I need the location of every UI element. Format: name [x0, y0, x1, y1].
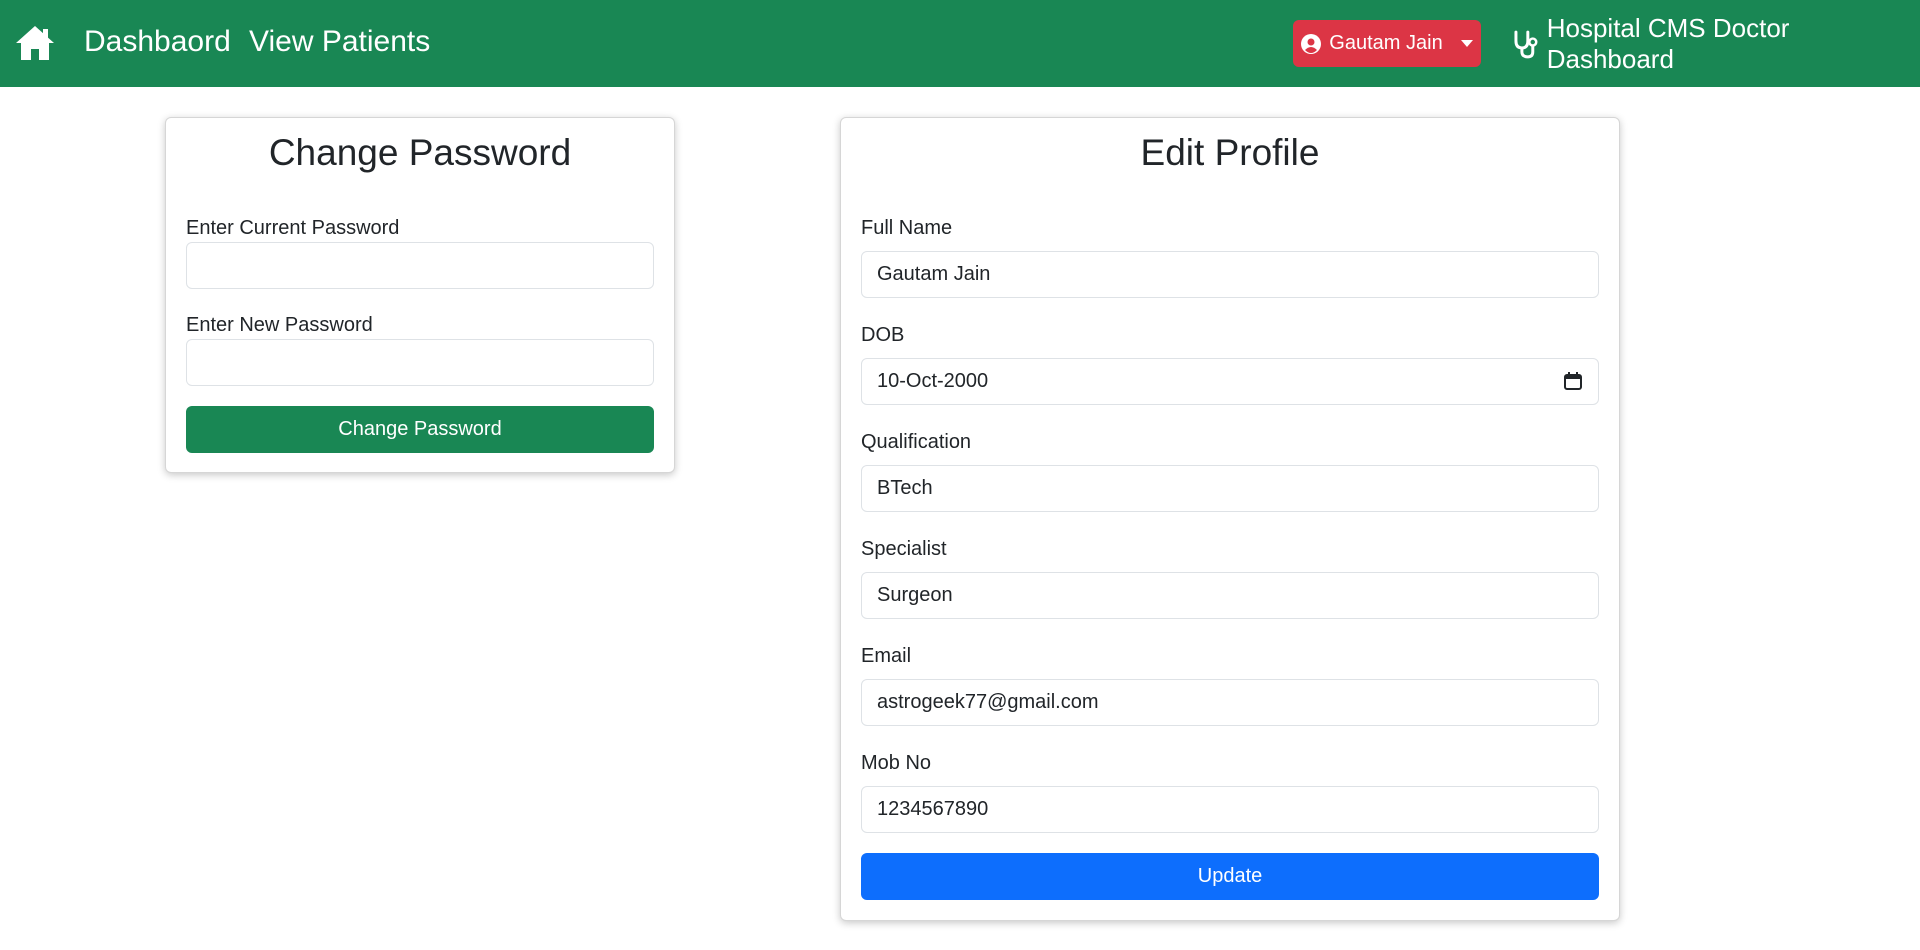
mob-no-input[interactable] [861, 786, 1599, 833]
dob-label: DOB [861, 324, 905, 346]
user-dropdown-button[interactable]: Gautam Jain [1293, 20, 1481, 67]
full-name-label: Full Name [861, 217, 953, 239]
nav-dashboard-link[interactable]: Dashbaord [84, 22, 231, 62]
qualification-label: Qualification [861, 431, 972, 453]
brand-label: Hospital CMS Doctor Dashboard [1546, 13, 1790, 74]
user-name: Gautam Jain [1329, 32, 1443, 54]
dob-input[interactable] [861, 358, 1599, 405]
email-input[interactable] [861, 679, 1599, 726]
current-password-label: Enter Current Password [186, 217, 400, 239]
specialist-input[interactable] [861, 572, 1599, 619]
current-password-input[interactable] [186, 242, 654, 289]
full-name-input[interactable] [861, 251, 1599, 298]
edit-profile-title: Edit Profile [1140, 132, 1320, 173]
edit-profile-card: Edit Profile Full Name DOB Qualification… [840, 117, 1620, 921]
home-link[interactable] [14, 24, 56, 62]
chevron-down-icon [1460, 40, 1473, 47]
dob-field[interactable] [861, 358, 1599, 405]
stethoscope-icon [1514, 30, 1538, 59]
email-label: Email [861, 645, 912, 667]
calendar-icon[interactable] [1563, 371, 1583, 391]
navbar: Dashbaord View Patients Gautam Jain Hosp… [0, 0, 1920, 87]
mob-no-label: Mob No [861, 752, 932, 774]
brand-link[interactable]: Hospital CMS Doctor Dashboard [1511, 13, 1920, 74]
new-password-input[interactable] [186, 339, 654, 386]
home-icon [16, 26, 54, 60]
specialist-label: Specialist [861, 538, 947, 560]
change-password-button[interactable]: Change Password [186, 406, 654, 453]
qualification-input[interactable] [861, 465, 1599, 512]
nav-view-patients-link[interactable]: View Patients [249, 22, 430, 62]
change-password-title: Change Password [268, 132, 572, 173]
new-password-label: Enter New Password [186, 314, 373, 336]
change-password-card: Change Password Enter Current Password E… [165, 117, 675, 473]
update-button[interactable]: Update [861, 853, 1599, 900]
user-circle-icon [1301, 33, 1322, 54]
